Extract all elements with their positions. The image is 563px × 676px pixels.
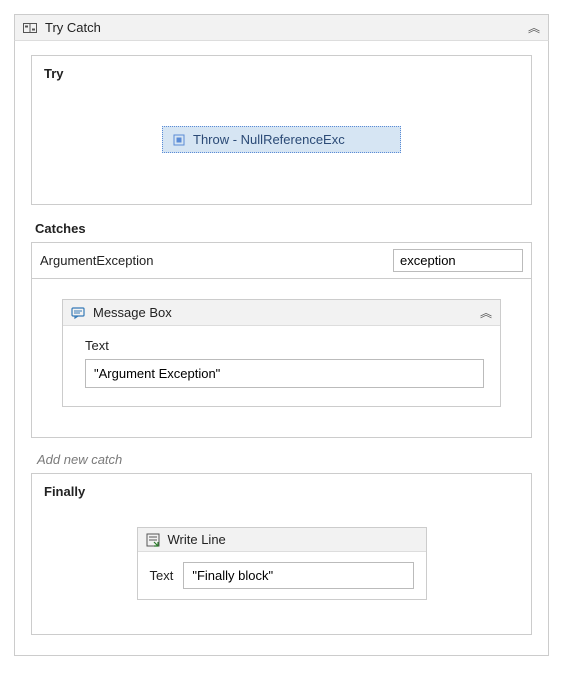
message-box-text-input[interactable] [85,359,484,388]
catch-type: ArgumentException [40,253,383,268]
catch-body[interactable]: Message Box ︽ Text [31,278,532,438]
finally-label: Finally [44,484,519,499]
write-line-activity[interactable]: Write Line Text [137,527,427,600]
try-section: Try Throw - NullReferenceExc [31,55,532,205]
message-box-header[interactable]: Message Box ︽ [63,300,500,326]
try-catch-icon [23,21,37,35]
activity-body: Try Throw - NullReferenceExc Catches Arg… [14,41,549,656]
finally-frame[interactable]: Finally Write Line [31,473,532,635]
write-line-text-label: Text [150,568,174,583]
message-box-icon [71,306,85,320]
throw-activity[interactable]: Throw - NullReferenceExc [162,126,401,153]
text-field-label: Text [85,338,484,353]
write-line-text-input[interactable] [183,562,413,589]
try-frame[interactable]: Try Throw - NullReferenceExc [31,55,532,205]
write-line-body: Text [138,552,426,599]
throw-icon [173,134,185,146]
message-box-activity[interactable]: Message Box ︽ Text [62,299,501,407]
write-line-header[interactable]: Write Line [138,528,426,552]
activity-header[interactable]: Try Catch ︽ [14,14,549,41]
write-line-icon [146,533,160,547]
try-label: Try [44,66,519,81]
activity-title: Try Catch [45,20,520,35]
collapse-chevron-icon[interactable]: ︽ [528,19,540,36]
message-box-content: Text [63,326,500,406]
catches-heading: Catches [35,221,532,236]
message-box-collapse-icon[interactable]: ︽ [480,304,492,321]
add-new-catch[interactable]: Add new catch [37,452,532,467]
try-catch-designer: Try Catch ︽ Try Throw - NullReferenceExc [0,0,563,676]
catch-row[interactable]: ArgumentException [31,242,532,278]
write-line-title: Write Line [168,532,226,547]
catch-variable-input[interactable] [393,249,523,272]
throw-label: Throw - NullReferenceExc [193,132,345,147]
message-box-title: Message Box [93,305,472,320]
